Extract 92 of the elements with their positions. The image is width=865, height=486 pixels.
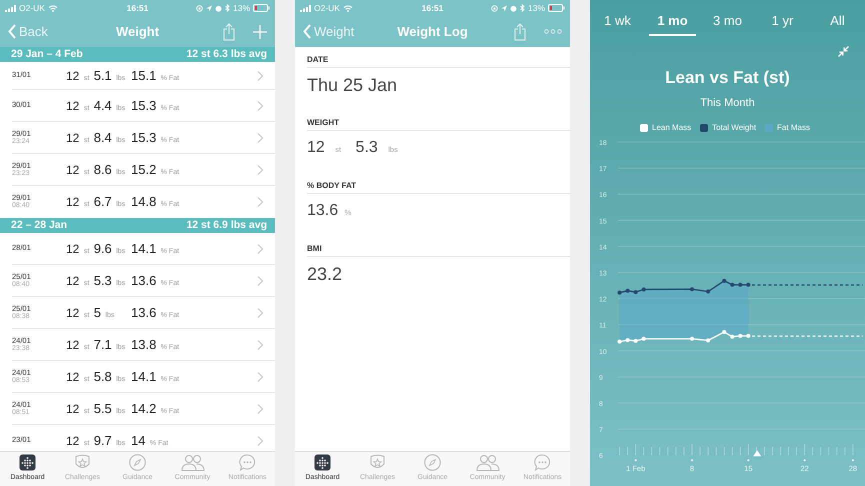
data-point xyxy=(746,334,750,338)
field-label: DATE xyxy=(307,53,570,68)
speech-bubble-icon[interactable] xyxy=(534,454,551,471)
orientation-lock-icon xyxy=(490,4,498,12)
data-point xyxy=(738,282,742,287)
battery-icon xyxy=(253,4,270,12)
period-tab[interactable]: All xyxy=(814,0,861,36)
location-icon xyxy=(206,4,212,12)
data-point xyxy=(626,288,630,293)
week-range: 22 – 28 Jan xyxy=(11,218,68,233)
chevron-right-icon xyxy=(257,340,263,350)
battery-percent: 13% xyxy=(528,2,545,14)
data-point xyxy=(690,336,694,341)
data-point xyxy=(618,290,622,295)
bluetooth-icon xyxy=(224,4,230,12)
collapse-icon[interactable] xyxy=(838,46,849,57)
data-point xyxy=(634,338,638,343)
compass-icon[interactable] xyxy=(129,454,146,471)
carrier-name: O2-UK xyxy=(314,2,340,14)
back-button[interactable]: Weight xyxy=(303,22,354,42)
signal-icon xyxy=(5,4,16,12)
data-point xyxy=(642,336,646,341)
field-label: % BODY FAT xyxy=(307,179,570,194)
signal-icon xyxy=(300,4,311,12)
period-tab[interactable]: 1 wk xyxy=(594,0,641,36)
period-tab[interactable]: 1 yr xyxy=(759,0,806,36)
data-point xyxy=(746,282,750,287)
chevron-right-icon xyxy=(257,372,263,382)
field-label: WEIGHT xyxy=(307,116,570,131)
screen-title: Weight xyxy=(116,22,160,41)
week-average: 12 st 6.3 lbs avg xyxy=(186,47,267,62)
data-point xyxy=(738,334,742,338)
chevron-left-icon xyxy=(8,24,16,39)
orientation-lock-icon xyxy=(196,4,203,12)
people-icon[interactable] xyxy=(180,454,204,471)
speech-bubble-icon[interactable] xyxy=(239,454,256,471)
legend-label: Total Weight xyxy=(712,122,756,134)
data-point xyxy=(730,334,734,339)
wifi-icon xyxy=(48,4,58,12)
scrubber-handle-icon[interactable] xyxy=(753,450,762,456)
chevron-right-icon xyxy=(257,70,263,80)
chevron-left-icon xyxy=(303,24,311,39)
chevron-right-icon xyxy=(257,276,263,286)
location-icon xyxy=(500,4,507,12)
data-point xyxy=(722,330,726,334)
clock-time: 16:51 xyxy=(422,2,444,14)
more-icon[interactable] xyxy=(544,29,562,34)
data-point xyxy=(642,287,646,292)
legend-label: Lean Mass xyxy=(652,122,692,134)
dashboard-icon[interactable] xyxy=(19,454,36,471)
clock-time: 16:51 xyxy=(126,2,148,14)
data-point xyxy=(706,290,710,294)
legend-label: Fat Mass xyxy=(777,122,810,134)
chevron-right-icon xyxy=(257,164,263,174)
data-point xyxy=(730,282,734,287)
field-value: Thu 25 Jan xyxy=(307,74,398,97)
chevron-right-icon xyxy=(257,308,263,318)
chevron-right-icon xyxy=(257,404,263,414)
chevron-right-icon xyxy=(257,100,263,110)
week-average: 12 st 6.9 lbs avg xyxy=(186,218,267,233)
period-tab[interactable]: 1 mo xyxy=(649,0,696,36)
week-range: 29 Jan – 4 Feb xyxy=(11,47,83,62)
screen-title: Weight Log xyxy=(397,22,468,41)
data-point xyxy=(634,290,638,294)
bluetooth-icon xyxy=(520,4,525,12)
dashboard-icon[interactable] xyxy=(314,454,331,471)
chevron-right-icon xyxy=(257,197,263,207)
battery-icon xyxy=(548,4,565,12)
share-icon[interactable] xyxy=(514,22,526,40)
battery-percent: 13% xyxy=(232,2,250,14)
chart-title: Lean vs Fat (st) xyxy=(664,68,791,88)
share-icon[interactable] xyxy=(223,22,235,40)
data-point xyxy=(722,278,726,283)
star-badge-icon[interactable] xyxy=(369,454,386,471)
data-point xyxy=(626,338,630,342)
compass-icon[interactable] xyxy=(424,454,441,471)
field-value: 23.2 xyxy=(307,263,344,286)
data-point xyxy=(706,338,710,342)
back-button[interactable]: Back xyxy=(8,22,48,42)
wifi-icon xyxy=(342,4,353,12)
data-point xyxy=(618,340,622,344)
field-label: BMI xyxy=(307,242,570,257)
chevron-right-icon xyxy=(257,244,263,254)
data-point xyxy=(690,287,694,292)
chart-subtitle: This Month xyxy=(699,96,756,110)
carrier-name: O2-UK xyxy=(19,2,45,14)
star-badge-icon[interactable] xyxy=(74,454,91,471)
plus-icon[interactable] xyxy=(253,24,267,38)
chevron-right-icon xyxy=(257,436,263,446)
period-tab[interactable]: 3 mo xyxy=(704,0,751,36)
people-icon[interactable] xyxy=(476,454,500,471)
chevron-right-icon xyxy=(257,132,263,142)
